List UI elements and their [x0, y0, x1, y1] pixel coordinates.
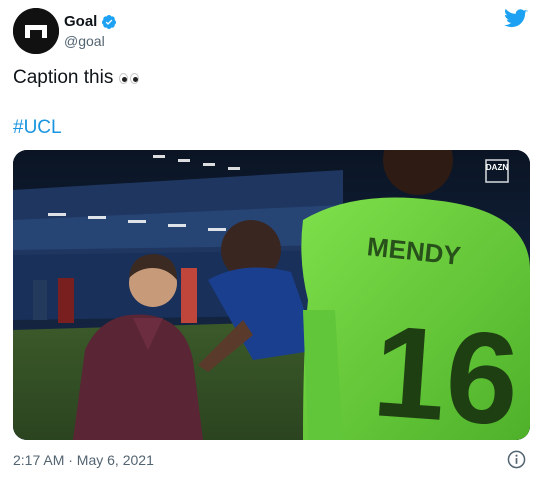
jersey-number: 16 [369, 297, 523, 440]
tweet-card: Goal @goal Caption this #UCL MENDY 16 DA… [0, 0, 543, 480]
tweet-text-content: Caption this [13, 67, 114, 88]
hashtag-link[interactable]: #UCL [13, 117, 62, 139]
tweet-media-image[interactable]: MENDY 16 DAZN [13, 150, 530, 440]
avatar[interactable] [13, 8, 59, 54]
verified-badge-icon [101, 14, 117, 30]
twitter-bird-icon[interactable] [504, 8, 528, 29]
goal-logo [13, 8, 59, 54]
display-name[interactable]: Goal [64, 13, 97, 30]
tweet-text: Caption this [13, 67, 140, 89]
info-icon[interactable] [507, 450, 526, 469]
eyes-emoji-icon [119, 72, 140, 84]
account-name-row: Goal [64, 13, 117, 30]
account-handle[interactable]: @goal [64, 33, 105, 49]
tweet-timestamp[interactable]: 2:17 AM · May 6, 2021 [13, 452, 154, 468]
broadcaster-logo: DAZN [486, 163, 508, 172]
football-celebration-photo: MENDY 16 DAZN [13, 150, 530, 440]
